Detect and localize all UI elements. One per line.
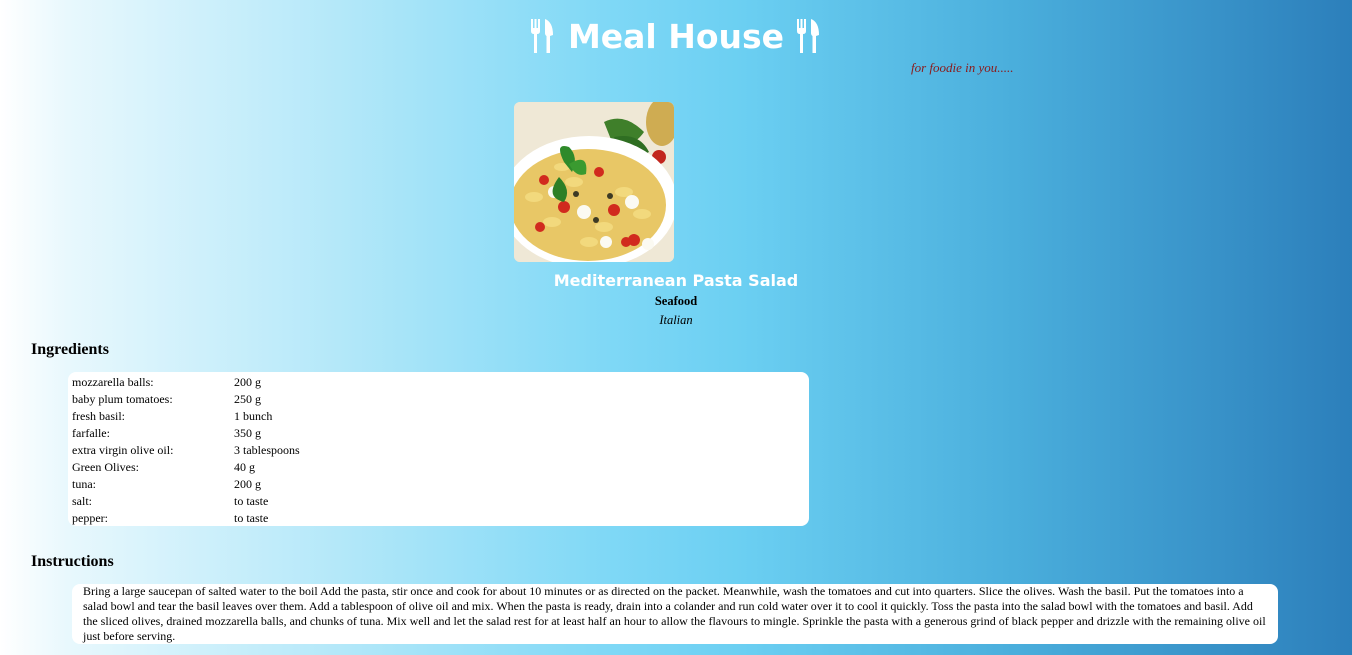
ingredient-measure: to taste [234, 511, 269, 525]
ingredient-name: farfalle: [72, 426, 110, 440]
recipe-title: Mediterranean Pasta Salad [553, 271, 799, 290]
ingredient-name: mozzarella balls: [72, 375, 154, 389]
ingredient-measure: 1 bunch [234, 409, 273, 423]
site-title-text: Meal House [567, 16, 785, 56]
ingredient-name: salt: [72, 494, 92, 508]
instructions-text: Bring a large saucepan of salted water t… [72, 584, 1278, 644]
ingredient-measure: 200 g [234, 477, 261, 491]
recipe-photo [514, 102, 674, 262]
ingredient-name: extra virgin olive oil: [72, 443, 174, 457]
ingredient-name: Green Olives: [72, 460, 139, 474]
ingredients-list: mozzarella balls: 200 g baby plum tomatoe… [68, 372, 809, 526]
pasta-salad-image [514, 102, 674, 262]
site-title: Meal House [0, 14, 1352, 58]
ingredients-heading: Ingredients [31, 341, 109, 358]
fork-knife-icon [797, 19, 820, 53]
recipe-cuisine: Italian [659, 313, 693, 327]
ingredient-row: pepper: to taste [72, 510, 300, 527]
ingredient-name: fresh basil: [72, 409, 125, 423]
ingredient-measure: to taste [234, 494, 269, 508]
ingredient-measure: 250 g [234, 392, 261, 406]
ingredient-name: pepper: [72, 511, 108, 525]
site-tagline: for foodie in you..... [911, 60, 1014, 75]
ingredients-table: mozzarella balls: 200 g baby plum tomatoe… [72, 374, 300, 527]
ingredient-row: salt: to taste [72, 493, 300, 510]
ingredient-name: tuna: [72, 477, 96, 491]
ingredient-row: mozzarella balls: 200 g [72, 374, 300, 391]
ingredient-row: baby plum tomatoes: 250 g [72, 391, 300, 408]
ingredient-row: extra virgin olive oil: 3 tablespoons [72, 442, 300, 459]
ingredient-row: Green Olives: 40 g [72, 459, 300, 476]
ingredient-measure: 40 g [234, 460, 255, 474]
recipe-category: Seafood [654, 294, 698, 308]
ingredient-measure: 3 tablespoons [234, 443, 300, 457]
instructions-heading: Instructions [31, 553, 114, 570]
ingredient-row: fresh basil: 1 bunch [72, 408, 300, 425]
ingredient-row: farfalle: 350 g [72, 425, 300, 442]
ingredient-measure: 200 g [234, 375, 261, 389]
fork-knife-icon [530, 19, 553, 53]
ingredient-measure: 350 g [234, 426, 261, 440]
ingredient-name: baby plum tomatoes: [72, 392, 173, 406]
instructions-paragraph: Bring a large saucepan of salted water t… [83, 584, 1266, 643]
ingredient-row: tuna: 200 g [72, 476, 300, 493]
